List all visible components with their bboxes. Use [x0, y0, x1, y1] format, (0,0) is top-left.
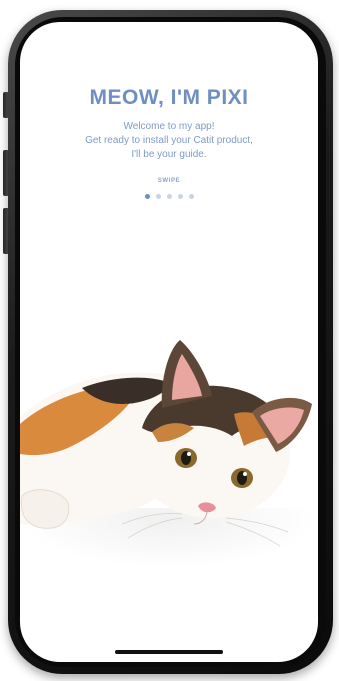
page-dot-5[interactable] [188, 194, 194, 199]
page-dot-3[interactable] [166, 194, 172, 199]
page-indicator[interactable] [20, 194, 318, 199]
kitten-image [20, 340, 312, 547]
page-dot-1[interactable] [144, 194, 150, 199]
swipe-hint: SWIPE [157, 178, 181, 184]
device-mockup: MEOW, I'M PIXI Welcome to my app! Get re… [0, 0, 339, 681]
onboarding-screen[interactable]: MEOW, I'M PIXI Welcome to my app! Get re… [20, 22, 318, 662]
welcome-line-1: Welcome to my app! [123, 121, 215, 132]
welcome-line-2: Get ready to install your Catit product, [85, 135, 253, 146]
page-title: MEOW, I'M PIXI [89, 86, 249, 109]
welcome-message: Welcome to my app! Get ready to install … [30, 120, 308, 162]
home-indicator[interactable] [115, 650, 223, 654]
page-dot-4[interactable] [177, 194, 183, 199]
page-dot-2[interactable] [155, 194, 161, 199]
welcome-line-3: I'll be your guide. [131, 149, 207, 160]
